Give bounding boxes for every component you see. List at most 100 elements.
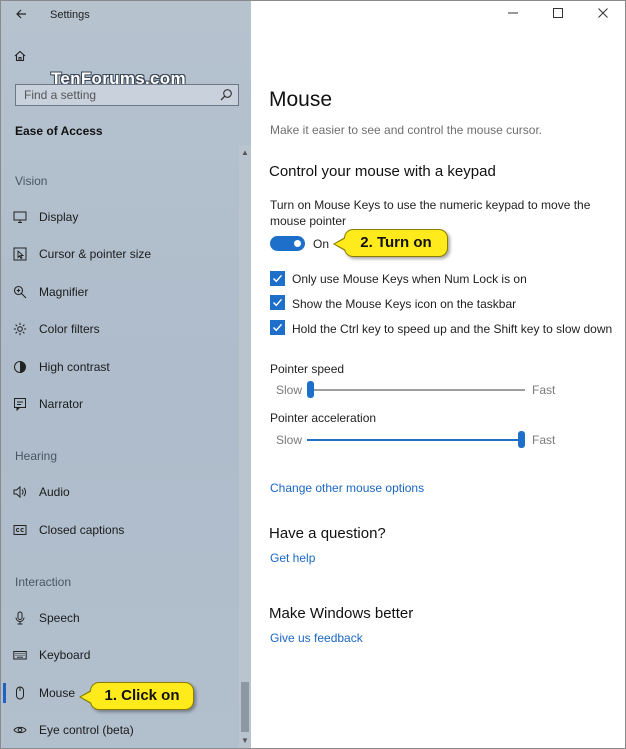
search-input[interactable] xyxy=(16,85,212,105)
give-feedback-link[interactable]: Give us feedback xyxy=(270,631,363,645)
section-title: Ease of Access xyxy=(15,124,103,138)
pointer-acceleration-fill xyxy=(307,439,525,441)
microphone-icon xyxy=(15,611,25,625)
checkmark-icon xyxy=(273,274,283,283)
pointer-acceleration-track[interactable] xyxy=(307,439,525,441)
checkmark-icon xyxy=(273,323,283,332)
maximize-button[interactable] xyxy=(546,5,570,23)
audio-icon xyxy=(13,485,26,499)
close-icon xyxy=(598,8,608,18)
back-button[interactable] xyxy=(11,6,31,24)
callout-click-on-text: 1. Click on xyxy=(104,687,180,704)
pointer-speed-slider-thumb[interactable] xyxy=(307,381,314,398)
display-icon xyxy=(13,211,27,223)
sidebar-item-label: High contrast xyxy=(39,360,110,374)
sidebar-item-label: Speech xyxy=(39,611,80,625)
sidebar-item-high-contrast[interactable]: High contrast xyxy=(1,352,237,382)
window-controls xyxy=(495,1,625,29)
sidebar-item-keyboard[interactable]: Keyboard xyxy=(1,640,237,670)
back-arrow-icon xyxy=(16,9,26,19)
sidebar-item-display[interactable]: Display xyxy=(1,202,237,232)
get-help-link[interactable]: Get help xyxy=(270,551,315,565)
toggle-state-label: On xyxy=(313,237,330,251)
change-mouse-options-link[interactable]: Change other mouse options xyxy=(270,481,424,495)
app-title: Settings xyxy=(50,9,90,21)
pointer-speed-track[interactable] xyxy=(307,389,525,391)
keypad-heading: Control your mouse with a keypad xyxy=(269,163,496,180)
ctrl-shift-checkbox[interactable] xyxy=(270,320,285,335)
make-windows-better-heading: Make Windows better xyxy=(269,605,414,622)
scroll-thumb[interactable] xyxy=(241,682,249,732)
mouse-icon xyxy=(16,686,24,700)
mouse-keys-toggle[interactable] xyxy=(270,236,305,251)
active-indicator xyxy=(3,683,6,703)
pointer-acceleration-slider-thumb[interactable] xyxy=(518,431,525,448)
sidebar-scrollbar[interactable]: ▲ ▼ xyxy=(239,146,251,748)
eye-icon xyxy=(13,726,27,734)
main-content: Mouse Make it easier to see and control … xyxy=(251,1,625,748)
num-lock-checkbox[interactable] xyxy=(270,271,285,286)
maximize-icon xyxy=(553,8,563,18)
home-icon xyxy=(14,50,26,62)
pointer-speed-min-label: Slow xyxy=(276,383,303,397)
pointer-acceleration-max-label: Fast xyxy=(532,433,556,447)
search-box[interactable] xyxy=(15,84,239,106)
callout-turn-on: 2. Turn on xyxy=(333,229,448,257)
page-description: Make it easier to see and control the mo… xyxy=(270,123,543,137)
checkmark-icon xyxy=(273,298,283,307)
sidebar-item-label: Closed captions xyxy=(39,523,125,537)
sidebar-item-speech[interactable]: Speech xyxy=(1,603,237,633)
scroll-down-arrow-icon[interactable]: ▼ xyxy=(239,734,251,748)
sidebar-item-label: Color filters xyxy=(39,322,100,336)
callout-pointer-fill xyxy=(81,691,92,703)
sidebar-item-label: Eye control (beta) xyxy=(39,723,134,737)
sidebar-item-closed-captions[interactable]: Closed captions xyxy=(1,515,237,545)
pointer-speed-max-label: Fast xyxy=(532,383,556,397)
toggle-knob xyxy=(294,240,301,247)
magnifier-icon xyxy=(13,285,27,299)
sidebar-item-narrator[interactable]: Narrator xyxy=(1,389,237,419)
search-icon[interactable] xyxy=(219,88,233,102)
group-label-interaction: Interaction xyxy=(15,575,72,589)
scroll-up-arrow-icon[interactable]: ▲ xyxy=(239,146,251,160)
sidebar-item-color-filters[interactable]: Color filters xyxy=(1,314,237,344)
pointer-acceleration-min-label: Slow xyxy=(276,433,303,447)
group-label-vision: Vision xyxy=(15,174,48,188)
group-label-hearing: Hearing xyxy=(15,449,58,463)
mouse-keys-description: Turn on Mouse Keys to use the numeric ke… xyxy=(270,198,591,228)
sidebar-item-eye-control[interactable]: Eye control (beta) xyxy=(1,715,237,745)
sidebar-item-audio[interactable]: Audio xyxy=(1,477,237,507)
sidebar-item-label: Magnifier xyxy=(39,285,89,299)
pointer-acceleration-label: Pointer acceleration xyxy=(270,411,377,425)
taskbar-icon-checkbox[interactable] xyxy=(270,295,285,310)
callout-turn-on-text: 2. Turn on xyxy=(360,234,432,251)
keyboard-icon xyxy=(13,651,27,660)
title-bar: Settings xyxy=(1,1,251,31)
home-button[interactable] xyxy=(13,49,31,67)
sidebar-item-label: Narrator xyxy=(39,397,84,411)
sidebar-item-label: Cursor & pointer size xyxy=(39,247,152,261)
sidebar-item-label: Audio xyxy=(39,485,70,499)
sidebar-item-cursor-pointer-size[interactable]: Cursor & pointer size xyxy=(1,239,237,269)
sidebar-item-label: Keyboard xyxy=(39,648,91,662)
callout-click-on: 1. Click on xyxy=(79,682,194,710)
sidebar: Settings TenForums.com Ease of Access Vi… xyxy=(1,1,251,748)
sidebar-item-label: Mouse xyxy=(39,686,76,700)
sidebar-item-magnifier[interactable]: Magnifier xyxy=(1,277,237,307)
callout-pointer-fill xyxy=(335,238,346,250)
cursor-icon xyxy=(13,247,27,261)
minimize-icon xyxy=(508,12,518,14)
question-heading: Have a question? xyxy=(269,525,386,542)
minimize-button[interactable] xyxy=(501,5,525,23)
ctrl-shift-checkbox-label: Hold the Ctrl key to speed up and the Sh… xyxy=(292,322,613,336)
narrator-icon xyxy=(14,398,26,411)
high-contrast-icon xyxy=(14,361,26,373)
close-button[interactable] xyxy=(591,5,615,23)
pointer-speed-label: Pointer speed xyxy=(270,362,345,376)
settings-window: Settings TenForums.com Ease of Access Vi… xyxy=(0,0,626,749)
closed-captions-icon xyxy=(13,525,27,535)
color-filters-icon xyxy=(13,322,27,336)
num-lock-checkbox-label: Only use Mouse Keys when Num Lock is on xyxy=(292,272,527,286)
sidebar-item-label: Display xyxy=(39,210,79,224)
page-title: Mouse xyxy=(269,88,333,111)
